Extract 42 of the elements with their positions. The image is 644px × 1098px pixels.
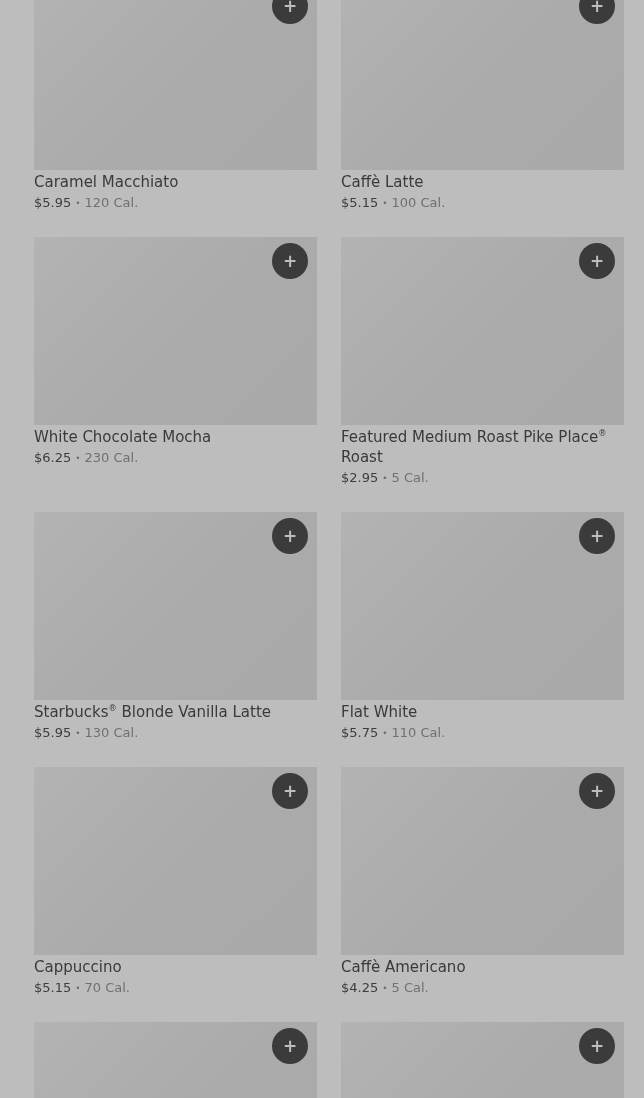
product-name: Caffè Americano [341,957,467,977]
add-button[interactable]: + [272,1028,308,1064]
calories: 230 Cal. [84,449,139,467]
add-button[interactable]: + [272,243,308,279]
separator: • [382,982,388,995]
price: $5.75 [341,724,379,742]
add-button[interactable]: + [579,0,615,24]
price: $5.15 [34,979,72,997]
separator: • [382,727,388,740]
add-button[interactable]: + [579,773,615,809]
add-button[interactable]: + [579,243,615,279]
price: $5.95 [34,724,72,742]
price: $5.15 [341,194,379,212]
separator: • [382,472,388,485]
product-name: Cappuccino [34,957,123,977]
price: $6.25 [34,449,72,467]
add-button[interactable]: + [272,0,308,24]
add-button[interactable]: + [272,518,308,554]
add-button[interactable]: + [579,1028,615,1064]
product-name: Caramel Macchiato [34,172,180,192]
calories: 100 Cal. [391,194,446,212]
price: $2.95 [341,469,379,487]
separator: • [75,727,81,740]
add-button[interactable]: + [579,518,615,554]
separator: • [75,197,81,210]
calories: 70 Cal. [84,979,130,997]
calories: 110 Cal. [391,724,446,742]
product-name: Flat White [341,702,419,722]
price: $4.25 [341,979,379,997]
product-name: Starbucks$^{®}$ Blonde Vanilla Latte [34,702,273,722]
product-name: Caffè Latte [341,172,425,192]
calories: 5 Cal. [391,469,429,487]
separator: • [75,982,81,995]
separator: • [382,197,388,210]
calories: 130 Cal. [84,724,139,742]
product-name: White Chocolate Mocha [34,427,213,447]
calories: 5 Cal. [391,979,429,997]
calories: 120 Cal. [84,194,139,212]
price: $5.95 [34,194,72,212]
product-name: Featured Medium Roast Pike Place$^{®}$ Roast [341,427,608,467]
separator: • [75,452,81,465]
add-button[interactable]: + [272,773,308,809]
